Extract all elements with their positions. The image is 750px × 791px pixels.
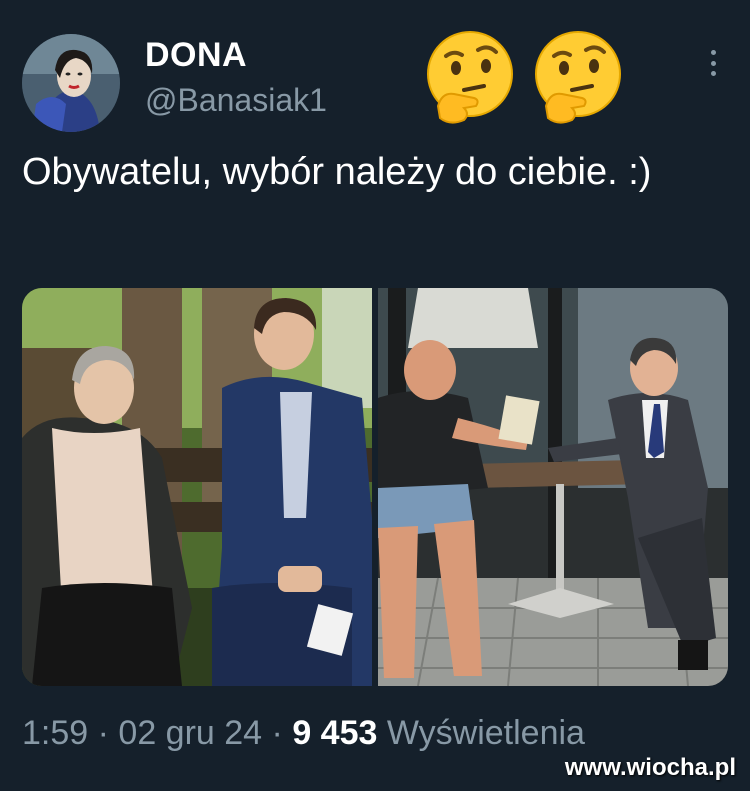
photo-elderly-woman-and-man-on-bench[interactable] <box>22 288 372 686</box>
thinking-face-icon <box>427 31 513 124</box>
watermark: www.wiocha.pl <box>564 754 736 781</box>
display-name[interactable]: DONA <box>145 36 247 75</box>
avatar[interactable] <box>22 34 120 132</box>
tweet-media[interactable] <box>22 288 728 686</box>
tweet-text: Obywatelu, wybór należy do ciebie. :) <box>22 151 652 193</box>
tweet-card: DONA @Banasiak1 Obywatelu, wybór należy … <box>0 0 750 791</box>
tweet-time[interactable]: 1:59 <box>22 714 88 752</box>
views-count: 9 453 <box>292 714 378 752</box>
photo-two-men-at-cafe-table[interactable] <box>378 288 728 686</box>
tweet-date[interactable]: 02 gru 24 <box>118 714 262 752</box>
views-label[interactable]: Wyświetlenia <box>387 714 585 752</box>
tweet-meta: 1:59 · 02 gru 24 · 9 453 Wyświetlenia <box>22 714 585 753</box>
user-handle[interactable]: @Banasiak1 <box>145 82 327 119</box>
meta-separator: · <box>97 714 109 752</box>
more-options-icon[interactable] <box>700 48 726 78</box>
portrait-avatar-icon <box>22 34 120 132</box>
thinking-face-icon <box>535 31 621 124</box>
meta-separator: · <box>271 714 283 752</box>
